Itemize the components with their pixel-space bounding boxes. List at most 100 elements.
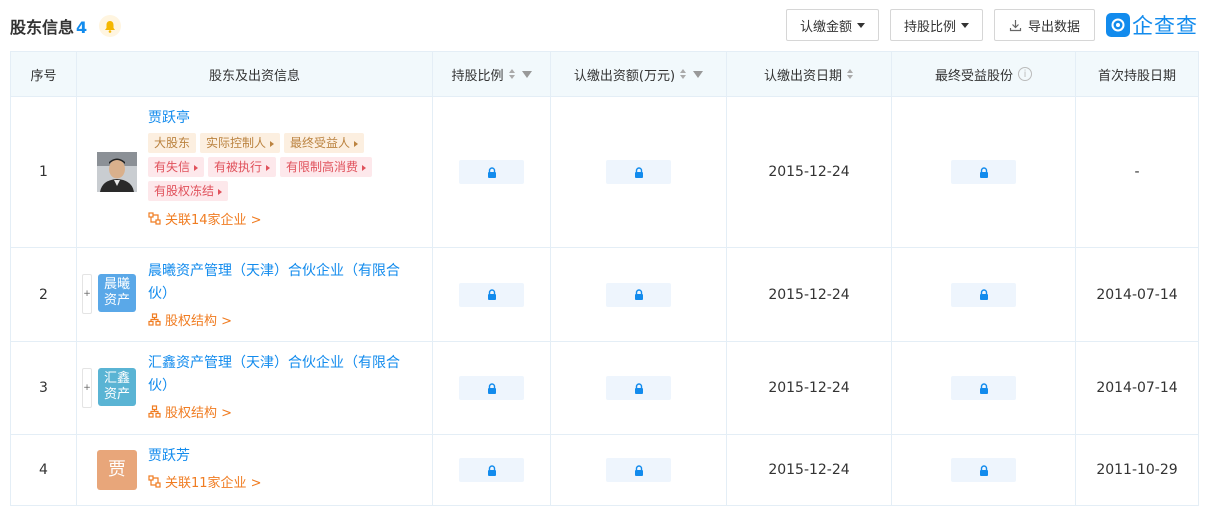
lock-icon[interactable] bbox=[606, 376, 671, 400]
expand-icon[interactable]: + bbox=[82, 274, 92, 314]
lock-icon[interactable] bbox=[459, 160, 524, 184]
avatar-text: 贾 bbox=[108, 459, 126, 480]
section-header: 股东信息 4 认缴金额 持股比例 导出数据 企查查 bbox=[0, 0, 1207, 50]
tag-beneficiary[interactable]: 最终受益人 bbox=[284, 133, 365, 153]
beneficial-shares-cell bbox=[891, 96, 1076, 248]
shareholder-name-link[interactable]: 汇鑫资产管理（天津）合伙企业（有限合伙） bbox=[148, 352, 412, 398]
tag-consumption-limit[interactable]: 有限制高消费 bbox=[280, 157, 373, 177]
column-header-label: 认缴出资日期 bbox=[763, 68, 842, 84]
lock-icon[interactable] bbox=[951, 458, 1016, 482]
link-label: 股权结构 > bbox=[165, 406, 233, 421]
tag-actual-controller[interactable]: 实际控制人 bbox=[200, 133, 281, 153]
avatar-photo[interactable] bbox=[97, 152, 137, 192]
avatar-logo[interactable]: 汇鑫资产 bbox=[98, 368, 136, 406]
column-header-label: 股东及出资信息 bbox=[208, 68, 300, 84]
equity-structure-link[interactable]: 股权结构 > bbox=[148, 402, 232, 421]
subscribed-date-cell: 2015-12-24 bbox=[726, 247, 892, 342]
tag-dishonest[interactable]: 有失信 bbox=[148, 157, 205, 177]
info-icon[interactable]: i bbox=[1018, 67, 1032, 81]
shareholder-name-link[interactable]: 贾跃芳 bbox=[148, 445, 412, 468]
bell-icon[interactable] bbox=[99, 15, 121, 37]
avatar-text: 晨曦资产 bbox=[103, 277, 130, 308]
column-header-holding-ratio[interactable]: 持股比例 bbox=[432, 51, 551, 97]
column-header-label: 持股比例 bbox=[451, 68, 504, 84]
shareholder-cell: 贾 贾跃芳 关联11家企业 > bbox=[76, 434, 433, 506]
equity-structure-link[interactable]: 股权结构 > bbox=[148, 310, 232, 329]
column-header-label: 认缴出资额(万元) bbox=[573, 68, 676, 84]
lock-icon[interactable] bbox=[606, 458, 671, 482]
column-header-label: 最终受益股份 bbox=[934, 68, 1013, 84]
shareholder-table: 序号 股东及出资信息 持股比例 认缴出资额(万元) 认缴出资日期 最终受益股份 i… bbox=[10, 51, 1199, 506]
lock-icon[interactable] bbox=[606, 282, 671, 307]
subscribed-amount-cell bbox=[550, 247, 727, 342]
sort-icon[interactable] bbox=[508, 68, 516, 80]
caret-right-icon bbox=[266, 164, 271, 171]
holding-ratio-cell bbox=[432, 434, 551, 506]
lock-icon[interactable] bbox=[459, 376, 524, 400]
download-icon bbox=[1009, 19, 1022, 31]
avatar-logo[interactable]: 晨曦资产 bbox=[98, 274, 136, 312]
subscribed-amount-cell bbox=[550, 96, 727, 248]
column-header-beneficial-shares: 最终受益股份 i bbox=[891, 51, 1076, 97]
filter-icon[interactable] bbox=[693, 70, 704, 78]
row-index: 2 bbox=[10, 247, 77, 342]
column-header-label: 首次持股日期 bbox=[1097, 68, 1176, 84]
holding-ratio-label: 持股比例 bbox=[903, 19, 956, 35]
export-button[interactable]: 导出数据 bbox=[994, 9, 1095, 41]
filter-icon[interactable] bbox=[521, 70, 532, 78]
sort-icon[interactable] bbox=[847, 68, 854, 80]
section-title: 股东信息 4 bbox=[10, 14, 87, 38]
caret-right-icon bbox=[194, 164, 199, 171]
avatar-text: 汇鑫资产 bbox=[103, 371, 130, 402]
table-row: 3 + 汇鑫资产 汇鑫资产管理（天津）合伙企业（有限合伙） 股权结构 > 201… bbox=[10, 341, 1199, 435]
holding-ratio-dropdown[interactable]: 持股比例 bbox=[890, 9, 983, 41]
avatar-initial[interactable]: 贾 bbox=[97, 450, 137, 490]
column-header-subscribed-amount[interactable]: 认缴出资额(万元) bbox=[550, 51, 727, 97]
holding-ratio-cell bbox=[432, 247, 551, 342]
export-label: 导出数据 bbox=[1027, 19, 1080, 35]
tag-label: 实际控制人 bbox=[206, 136, 267, 150]
column-header-subscribed-date[interactable]: 认缴出资日期 bbox=[726, 51, 892, 97]
shareholder-name-link[interactable]: 贾跃亭 bbox=[148, 107, 412, 130]
shareholder-count: 4 bbox=[76, 18, 88, 37]
caret-right-icon bbox=[362, 164, 367, 171]
holding-ratio-cell bbox=[432, 96, 551, 248]
shareholder-cell: + 汇鑫资产 汇鑫资产管理（天津）合伙企业（有限合伙） 股权结构 > bbox=[76, 341, 433, 435]
link-label: 关联11家企业 > bbox=[165, 476, 262, 491]
beneficial-shares-cell bbox=[891, 434, 1076, 506]
table-row: 2 + 晨曦资产 晨曦资产管理（天津）合伙企业（有限合伙） 股权结构 > 201… bbox=[10, 247, 1199, 342]
column-header-first-holding-date: 首次持股日期 bbox=[1075, 51, 1199, 97]
lock-icon[interactable] bbox=[951, 160, 1016, 184]
holding-ratio-cell bbox=[432, 341, 551, 435]
related-companies-link[interactable]: 关联11家企业 > bbox=[148, 472, 262, 491]
tag-label: 有股权冻结 bbox=[154, 184, 215, 198]
qichacha-logo: 企查查 bbox=[1106, 11, 1198, 39]
tag-label: 最终受益人 bbox=[290, 136, 351, 150]
column-header-label: 序号 bbox=[30, 68, 57, 84]
sort-icon[interactable] bbox=[680, 68, 687, 80]
caret-right-icon bbox=[354, 140, 359, 147]
shareholder-cell: + 晨曦资产 晨曦资产管理（天津）合伙企业（有限合伙） 股权结构 > bbox=[76, 247, 433, 342]
lock-icon[interactable] bbox=[951, 282, 1016, 307]
related-companies-link[interactable]: 关联14家企业 > bbox=[148, 209, 262, 228]
subscribed-amount-dropdown[interactable]: 认缴金额 bbox=[786, 9, 879, 41]
column-header-shareholder: 股东及出资信息 bbox=[76, 51, 433, 97]
tag-equity-frozen[interactable]: 有股权冻结 bbox=[148, 181, 229, 201]
row-index: 4 bbox=[10, 434, 77, 506]
lock-icon[interactable] bbox=[951, 376, 1016, 400]
lock-icon[interactable] bbox=[459, 282, 524, 307]
link-label: 股权结构 > bbox=[165, 314, 233, 329]
lock-icon[interactable] bbox=[459, 458, 524, 482]
table-row: 4 贾 贾跃芳 关联11家企业 > 2015-12-24 2011-10-29 bbox=[10, 434, 1199, 506]
tag-executed[interactable]: 有被执行 bbox=[208, 157, 277, 177]
caret-right-icon bbox=[218, 188, 223, 195]
shareholder-name-link[interactable]: 晨曦资产管理（天津）合伙企业（有限合伙） bbox=[148, 260, 412, 306]
section-title-text: 股东信息 bbox=[10, 18, 75, 37]
first-holding-date-cell: - bbox=[1075, 96, 1199, 248]
lock-icon[interactable] bbox=[606, 160, 671, 184]
expand-icon[interactable]: + bbox=[82, 368, 92, 408]
subscribed-amount-cell bbox=[550, 434, 727, 506]
caret-down-icon bbox=[961, 22, 969, 28]
first-holding-date-cell: 2011-10-29 bbox=[1075, 434, 1199, 506]
tag-label: 大股东 bbox=[154, 136, 191, 150]
